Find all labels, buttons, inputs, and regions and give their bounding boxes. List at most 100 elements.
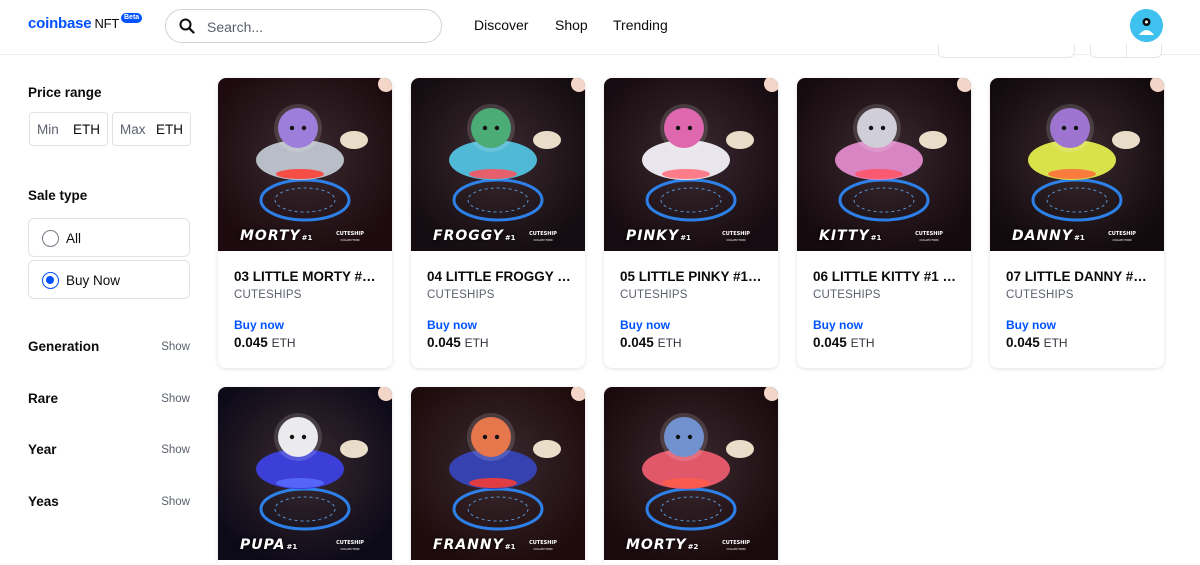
watermark-sub: COLLECTION <box>340 547 360 551</box>
price-max-input[interactable]: Max ETH <box>112 112 191 146</box>
thruster-flame <box>726 131 754 149</box>
thruster-flame <box>340 131 368 149</box>
buy-now-link[interactable]: Buy now <box>620 318 670 332</box>
nft-card[interactable]: MORTY#2 CUTESHIP COLLECTION <box>604 387 778 565</box>
nft-title: 06 LITTLE KITTY #1 (CUTESHIPS) <box>813 269 957 284</box>
nft-image[interactable]: PUPA#1 CUTESHIP COLLECTION <box>218 387 392 560</box>
nft-image[interactable]: MORTY#2 CUTESHIP COLLECTION <box>604 387 778 560</box>
sort-dropdown[interactable] <box>938 44 1075 58</box>
art-name: FRANNY <box>433 537 504 553</box>
view-toggle[interactable] <box>1090 44 1162 58</box>
thruster-flame <box>1112 131 1140 149</box>
thruster-flame <box>726 440 754 458</box>
buy-now-link[interactable]: Buy now <box>234 318 284 332</box>
helmet-dome <box>853 104 901 152</box>
buy-now-link[interactable]: Buy now <box>813 318 863 332</box>
search-icon <box>179 18 195 34</box>
nft-card[interactable]: PINKY#1 CUTESHIP COLLECTION 05 LITTLE PINKY… <box>604 78 778 368</box>
nft-title: 03 LITTLE MORTY #1 (CUTESHIPS) <box>234 269 378 284</box>
nft-card[interactable]: FROGGY#1 CUTESHIP COLLECTION 04 LITTLE FROG… <box>411 78 585 368</box>
filter-show-toggle[interactable]: Show <box>161 393 190 405</box>
character-eye-right <box>301 125 307 131</box>
helmet-dome <box>274 413 322 461</box>
nft-image[interactable]: PINKY#1 CUTESHIP COLLECTION <box>604 78 778 251</box>
nft-image[interactable]: FRANNY#1 CUTESHIP COLLECTION <box>411 387 585 560</box>
price-currency: ETH <box>657 336 682 350</box>
art-character-label: DANNY#1 <box>1012 228 1085 244</box>
watermark-sub: COLLECTION <box>726 547 746 551</box>
art-number: #1 <box>1074 234 1085 242</box>
nft-image[interactable]: FROGGY#1 CUTESHIP COLLECTION <box>411 78 585 251</box>
price-min-unit: ETH <box>73 122 100 137</box>
brand-name: coinbase <box>28 15 92 32</box>
radio-checked-icon[interactable] <box>42 272 59 289</box>
price-value: 0.045 <box>234 335 268 350</box>
art-name: PINKY <box>626 228 680 244</box>
character-eye-left <box>482 125 488 131</box>
nav-discover[interactable]: Discover <box>474 17 528 33</box>
art-watermark: CUTESHIP COLLECTION <box>1102 231 1142 243</box>
sale-type-buy-now[interactable]: Buy Now <box>28 260 190 299</box>
price-max-unit: ETH <box>156 122 183 137</box>
filter-show-toggle[interactable]: Show <box>161 496 190 508</box>
art-name: MORTY <box>240 228 301 244</box>
nft-card[interactable]: DANNY#1 CUTESHIP COLLECTION 07 LITTLE DANNY… <box>990 78 1164 368</box>
price-value: 0.045 <box>427 335 461 350</box>
collection-name[interactable]: CUTESHIPS <box>1006 289 1074 301</box>
buy-now-link[interactable]: Buy now <box>427 318 477 332</box>
nft-price: 0.045 ETH <box>813 335 875 350</box>
character-eye-right <box>494 125 500 131</box>
art-number: #1 <box>504 543 516 551</box>
art-number: #1 <box>504 234 516 242</box>
collection-name[interactable]: CUTESHIPS <box>620 289 688 301</box>
nft-card[interactable]: PUPA#1 CUTESHIP COLLECTION <box>218 387 392 565</box>
search-bar[interactable] <box>165 9 442 43</box>
nft-image[interactable]: MORTY#1 CUTESHIP COLLECTION <box>218 78 392 251</box>
ship-glow <box>1048 169 1096 179</box>
art-watermark: CUTESHIP COLLECTION <box>523 231 563 243</box>
radio-unchecked-icon[interactable] <box>42 230 59 247</box>
nft-card[interactable]: KITTY#1 CUTESHIP COLLECTION 06 LITTLE KITTY… <box>797 78 971 368</box>
art-number: #1 <box>680 234 691 242</box>
filter-year[interactable]: Year Show <box>28 442 190 462</box>
ship-glow <box>662 478 710 488</box>
art-watermark: CUTESHIP COLLECTION <box>523 540 563 552</box>
collection-name[interactable]: CUTESHIPS <box>234 289 302 301</box>
filter-show-toggle[interactable]: Show <box>161 444 190 456</box>
character-eye-right <box>301 434 307 440</box>
nft-image[interactable]: KITTY#1 CUTESHIP COLLECTION <box>797 78 971 251</box>
art-name: FROGGY <box>433 228 504 244</box>
collection-name[interactable]: CUTESHIPS <box>427 289 495 301</box>
ship-glow <box>469 169 517 179</box>
price-currency: ETH <box>464 336 489 350</box>
ship-glow <box>276 478 324 488</box>
nav-trending[interactable]: Trending <box>613 17 668 33</box>
nav-shop[interactable]: Shop <box>555 17 588 33</box>
nft-card[interactable]: FRANNY#1 CUTESHIP COLLECTION <box>411 387 585 565</box>
price-value: 0.045 <box>620 335 654 350</box>
brand-suffix: NFT <box>94 16 120 31</box>
price-value: 0.045 <box>813 335 847 350</box>
filter-show-toggle[interactable]: Show <box>161 341 190 353</box>
sale-type-all[interactable]: All <box>28 218 190 257</box>
watermark-sub: COLLECTION <box>533 547 553 551</box>
nft-title: 07 LITTLE DANNY #1 (CUTESHIPS) <box>1006 269 1150 284</box>
filter-yeas[interactable]: Yeas Show <box>28 494 190 514</box>
nft-card[interactable]: MORTY#1 CUTESHIP COLLECTION 03 LITTLE MORTY… <box>218 78 392 368</box>
character-eye-right <box>494 434 500 440</box>
price-currency: ETH <box>1043 336 1068 350</box>
filter-generation[interactable]: Generation Show <box>28 339 190 359</box>
coinbase-nft-logo[interactable]: coinbase NFT <box>28 15 119 32</box>
search-input[interactable] <box>207 17 427 37</box>
nft-title: 05 LITTLE PINKY #1 (CUTESHIPS) <box>620 269 764 284</box>
art-name: DANNY <box>1012 228 1074 244</box>
nft-image[interactable]: DANNY#1 CUTESHIP COLLECTION <box>990 78 1164 251</box>
price-min-input[interactable]: Min ETH <box>29 112 108 146</box>
collection-name[interactable]: CUTESHIPS <box>813 289 881 301</box>
buy-now-link[interactable]: Buy now <box>1006 318 1056 332</box>
character-eye-left <box>868 125 874 131</box>
art-watermark: CUTESHIP COLLECTION <box>716 231 756 243</box>
avatar[interactable] <box>1130 9 1163 42</box>
filter-rare[interactable]: Rare Show <box>28 391 190 411</box>
helmet-dome <box>660 104 708 152</box>
